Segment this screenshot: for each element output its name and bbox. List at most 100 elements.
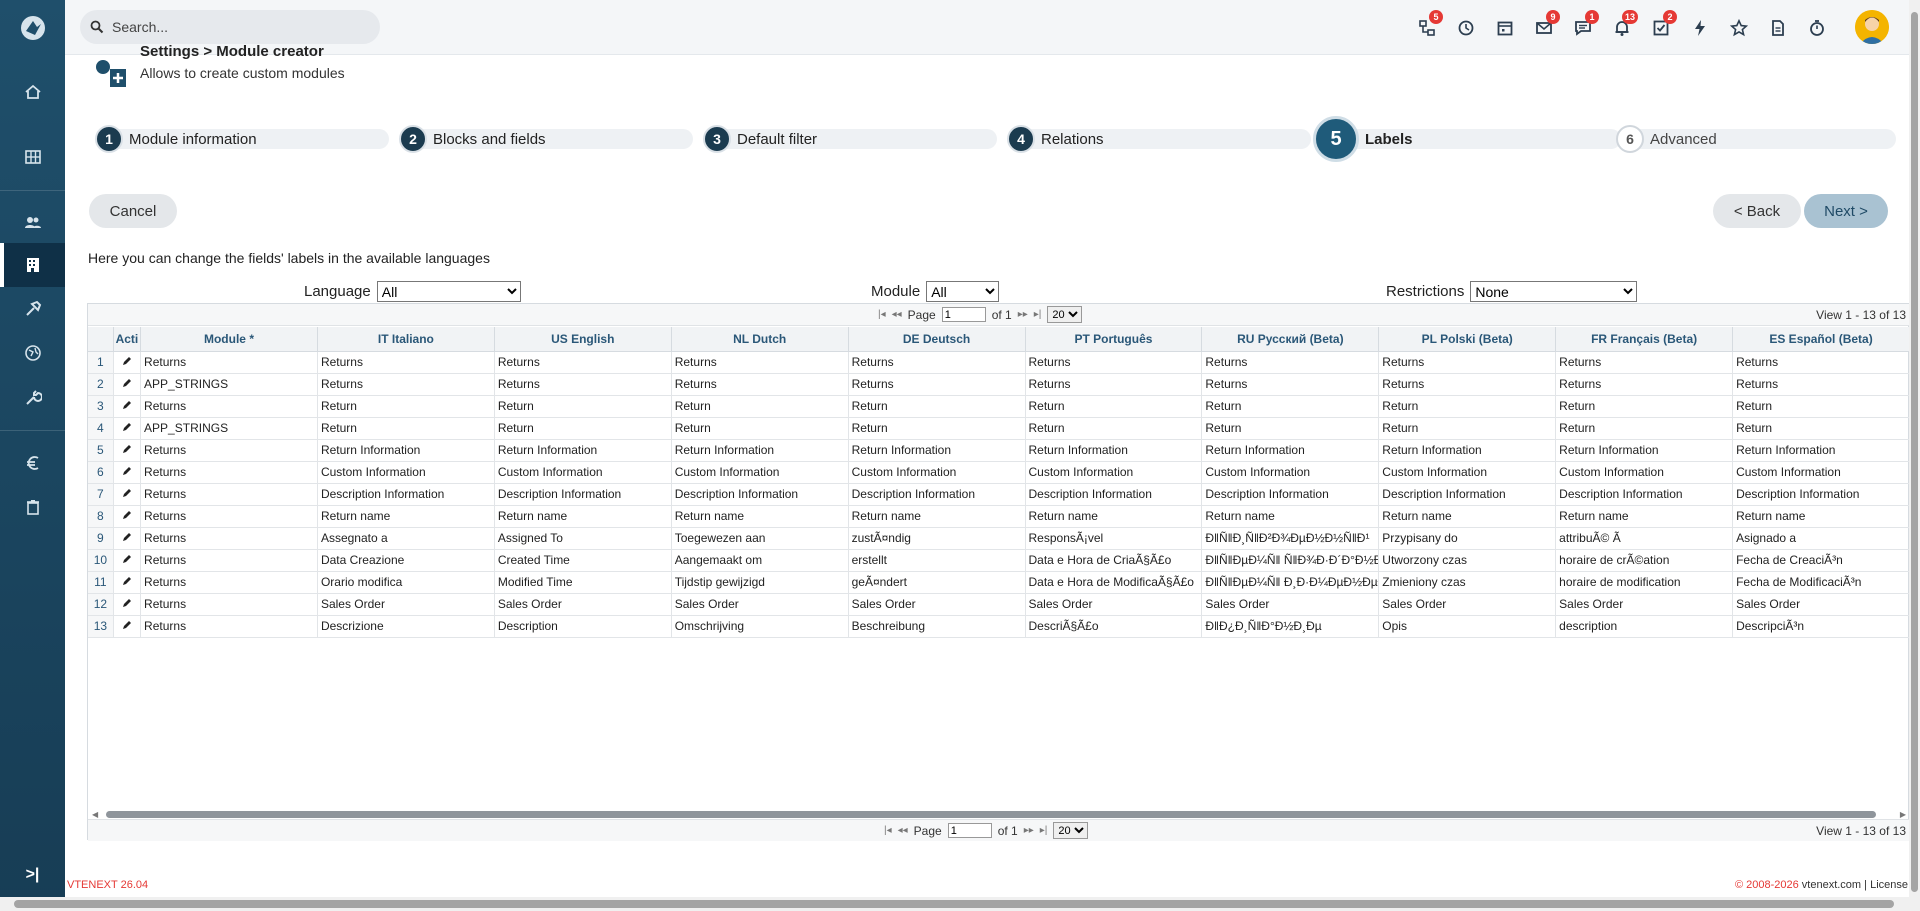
scroll-thumb[interactable] [106, 811, 1876, 818]
sidebar-item-home[interactable] [0, 70, 65, 114]
step-labels[interactable]: 5 Labels [1313, 114, 1621, 164]
first-page-icon[interactable]: |◂ [884, 825, 892, 836]
column-header[interactable]: PL Polski (Beta) [1378, 327, 1557, 352]
page-horizontal-scrollbar[interactable] [0, 897, 1909, 911]
prev-page-icon[interactable]: ◂◂ [898, 825, 908, 836]
table-row[interactable]: 1 Returns Returns Returns Returns Returns Retu… [88, 351, 1910, 374]
scroll-left-icon[interactable]: ◀ [92, 810, 98, 819]
last-page-icon[interactable]: ▸| [1040, 825, 1048, 836]
column-header[interactable]: DE Deutsch [848, 327, 1026, 352]
sidebar-item-contacts[interactable] [0, 200, 65, 244]
edit-row-button[interactable] [113, 351, 142, 374]
next-button[interactable]: Next > [1804, 194, 1888, 228]
edit-row-button[interactable] [113, 505, 142, 528]
license-link[interactable]: License [1870, 879, 1908, 891]
language-select[interactable]: All [376, 281, 521, 302]
restrictions-select[interactable]: None [1470, 281, 1638, 302]
column-header[interactable]: IT Italiano [317, 327, 495, 352]
column-header[interactable]: Acti [113, 327, 142, 352]
step-default-filter[interactable]: 3 Default filter [703, 114, 997, 164]
page-input[interactable] [947, 823, 992, 838]
edit-row-button[interactable] [113, 571, 142, 594]
calendar-button[interactable] [1485, 8, 1524, 48]
column-header[interactable]: PT Português [1025, 327, 1203, 352]
table-row[interactable]: 8 Returns Return name Return name Return nam… [88, 505, 1910, 528]
star-button[interactable] [1719, 8, 1758, 48]
per-page-select[interactable]: 20 [1053, 822, 1089, 839]
sidebar-expand-button[interactable]: >| [0, 855, 65, 895]
sidebar-item-tools[interactable] [0, 287, 65, 331]
table-row[interactable]: 7 Returns Description Information Descripti… [88, 483, 1910, 506]
column-header[interactable]: ES Español (Beta) [1732, 327, 1910, 352]
next-page-icon[interactable]: ▸▸ [1024, 825, 1034, 836]
table-row[interactable]: 6 Returns Custom Information Custom Informa… [88, 461, 1910, 484]
row-number: 2 [88, 373, 114, 396]
edit-row-button[interactable] [113, 593, 142, 616]
document-button[interactable] [1758, 8, 1797, 48]
table-row[interactable]: 9 Returns Assegnato a Assigned To Toegewezen… [88, 527, 1910, 550]
cancel-button[interactable]: Cancel [89, 194, 177, 228]
search-input[interactable] [112, 19, 352, 35]
per-page-select[interactable]: 20 [1047, 306, 1083, 323]
column-header[interactable]: US English [494, 327, 672, 352]
scroll-right-icon[interactable]: ▶ [1900, 810, 1906, 819]
table-row[interactable]: 3 Returns Return Return Return Return Return Re… [88, 395, 1910, 418]
sidebar-item-trash[interactable] [0, 485, 65, 529]
horizontal-scrollbar[interactable]: ◀ ▶ [88, 810, 1910, 819]
module-select[interactable]: All [926, 281, 1000, 302]
table-row[interactable]: 11 Returns Orario modifica Modified Time Tij… [88, 571, 1910, 594]
step-relations[interactable]: 4 Relations [1007, 114, 1311, 164]
step-number: 5 [1313, 116, 1359, 162]
table-row[interactable]: 5 Returns Return Information Return Informa… [88, 439, 1910, 462]
chat-button[interactable]: 1 [1563, 8, 1602, 48]
search-box[interactable] [80, 10, 380, 44]
back-button[interactable]: < Back [1713, 194, 1801, 228]
history-button[interactable] [1446, 8, 1485, 48]
bell-button[interactable]: 13 [1602, 8, 1641, 48]
sidebar-item-inventory[interactable] [0, 243, 65, 287]
timer-button[interactable] [1797, 8, 1836, 48]
process-button[interactable]: 5 [1407, 8, 1446, 48]
edit-row-button[interactable] [113, 417, 142, 440]
edit-row-button[interactable] [113, 615, 142, 638]
column-header[interactable]: NL Dutch [671, 327, 849, 352]
avatar[interactable] [1855, 10, 1889, 44]
step-module-information[interactable]: 1 Module information [95, 114, 389, 164]
site-link[interactable]: vtenext.com [1802, 879, 1861, 891]
edit-row-button[interactable] [113, 527, 142, 550]
tasks-button[interactable]: 2 [1641, 8, 1680, 48]
sidebar-item-finance[interactable] [0, 441, 65, 485]
edit-row-button[interactable] [113, 439, 142, 462]
column-header[interactable]: FR Français (Beta) [1555, 327, 1734, 352]
app-logo[interactable] [0, 0, 65, 55]
column-header[interactable]: Module * [140, 327, 318, 352]
pencil-icon [122, 445, 131, 453]
sidebar-item-settings[interactable] [0, 376, 65, 420]
lightning-button[interactable] [1680, 8, 1719, 48]
edit-row-button[interactable] [113, 549, 142, 572]
sidebar-item-web[interactable] [0, 331, 65, 375]
table-row[interactable]: 2 APP_STRINGS Returns Returns Returns Returns… [88, 373, 1910, 396]
next-page-icon[interactable]: ▸▸ [1018, 309, 1028, 320]
page-vertical-scrollbar[interactable] [1909, 0, 1920, 911]
last-page-icon[interactable]: ▸| [1034, 309, 1042, 320]
table-cell: APP_STRINGS [140, 417, 318, 440]
prev-page-icon[interactable]: ◂◂ [892, 309, 902, 320]
table-row[interactable]: 13 Returns Descrizione Description Omschrijv… [88, 615, 1910, 638]
euro-icon [26, 456, 38, 470]
edit-row-button[interactable] [113, 461, 142, 484]
page-input[interactable] [941, 307, 986, 322]
column-header[interactable]: RU Русский (Beta) [1201, 327, 1380, 352]
table-row[interactable]: 12 Returns Sales Order Sales Order Sales Ord… [88, 593, 1910, 616]
table-row[interactable]: 10 Returns Data Creazione Created Time Aange… [88, 549, 1910, 572]
step-advanced[interactable]: 6 Advanced [1616, 114, 1896, 164]
edit-row-button[interactable] [113, 483, 142, 506]
first-page-icon[interactable]: |◂ [878, 309, 886, 320]
sidebar-item-apps[interactable] [0, 135, 65, 179]
edit-row-button[interactable] [113, 373, 142, 396]
mail-button[interactable]: 9 [1524, 8, 1563, 48]
edit-row-button[interactable] [113, 395, 142, 418]
table-row[interactable]: 4 APP_STRINGS Return Return Return Return Retu… [88, 417, 1910, 440]
users-icon [24, 217, 41, 228]
step-blocks-and-fields[interactable]: 2 Blocks and fields [399, 114, 693, 164]
